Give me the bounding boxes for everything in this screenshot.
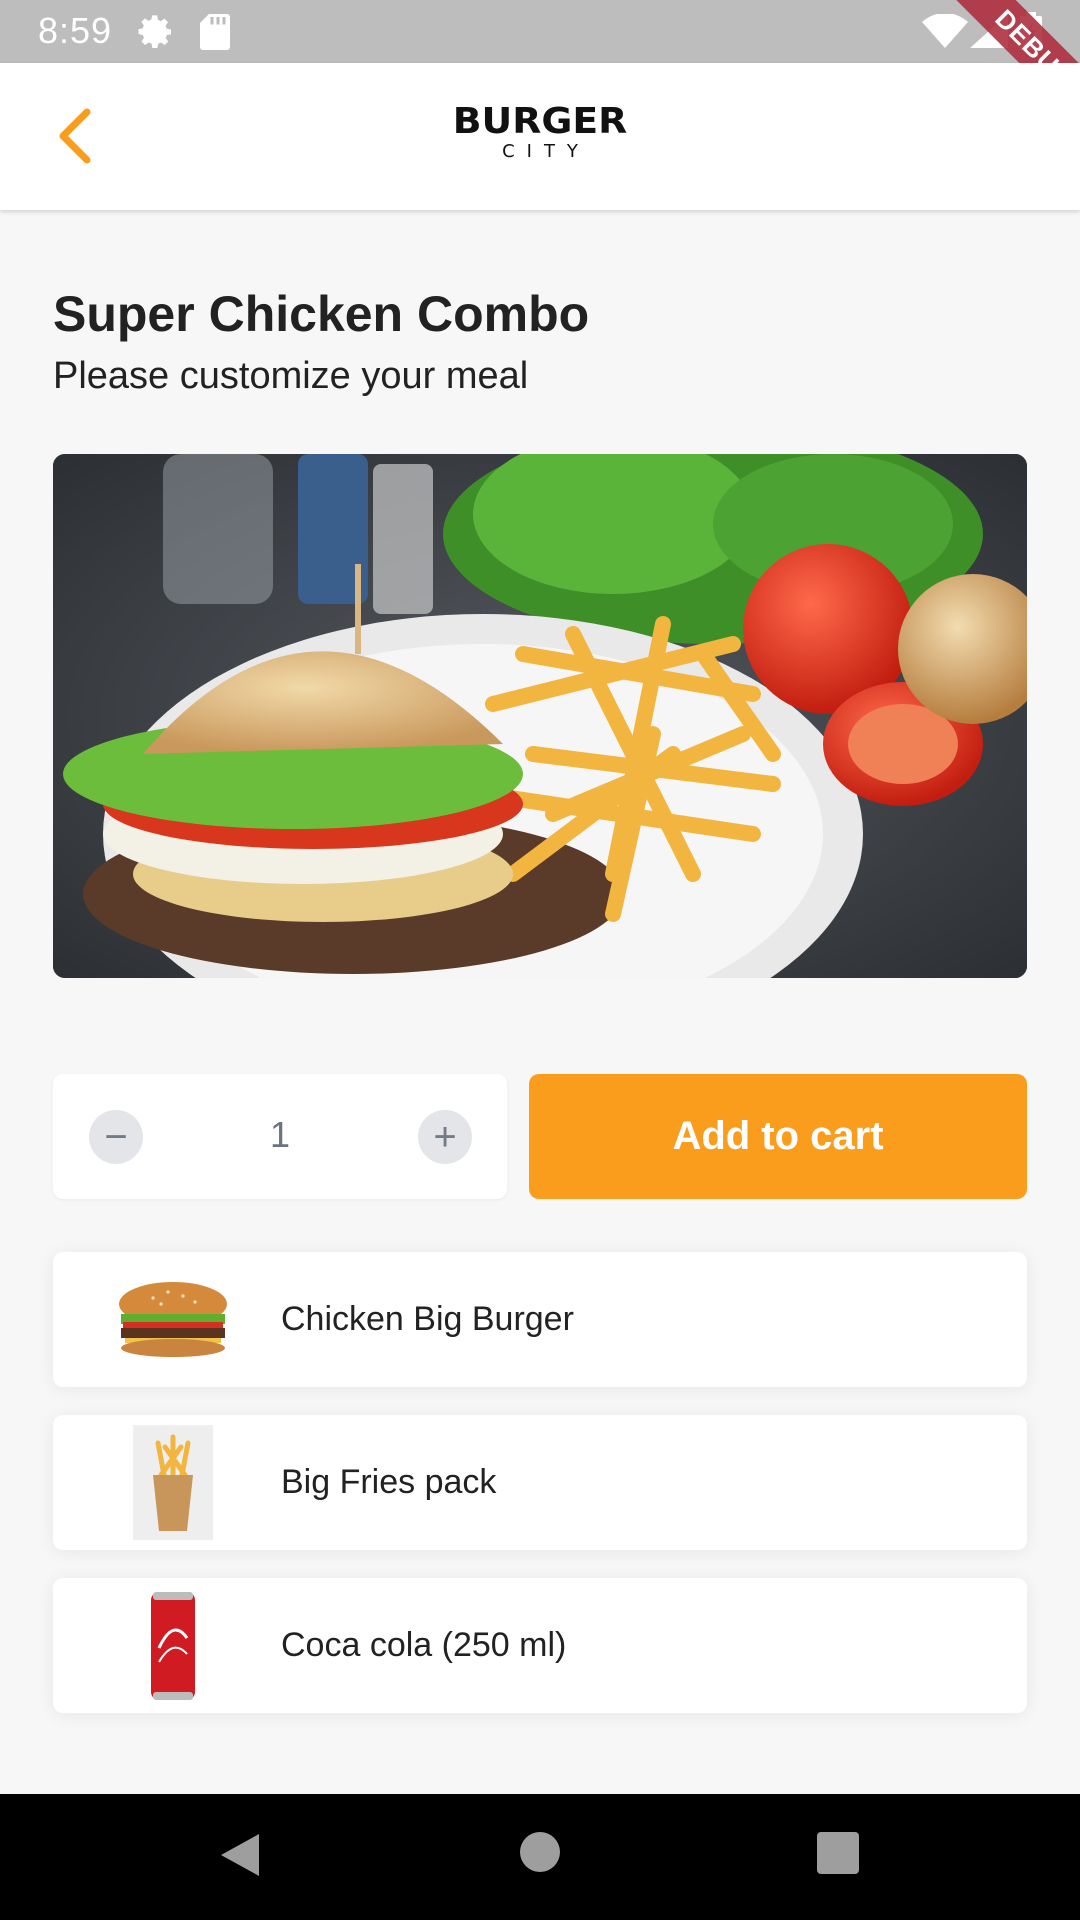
system-nav-bar — [0, 1794, 1080, 1920]
list-item[interactable]: Coca cola (250 ml) — [53, 1578, 1027, 1713]
chevron-left-icon — [59, 108, 91, 164]
burger-meal-image — [53, 454, 1027, 978]
status-time: 8:59 — [38, 10, 113, 51]
wifi-icon — [922, 14, 968, 48]
logo-sub-text: CITY — [502, 141, 590, 162]
item-label: Big Fries pack — [281, 1463, 497, 1501]
list-item[interactable]: Chicken Big Burger — [53, 1252, 1027, 1387]
settings-icon — [138, 15, 171, 49]
back-button[interactable] — [40, 101, 110, 171]
item-label: Coca cola (250 ml) — [281, 1626, 567, 1664]
page-title: Super Chicken Combo — [53, 286, 590, 342]
quantity-value: 1 — [269, 1114, 291, 1155]
minus-icon: − — [104, 1115, 128, 1159]
increase-quantity-button[interactable]: + — [418, 1110, 472, 1164]
page-subtitle: Please customize your meal — [53, 355, 529, 397]
burger-city-logo: BURGER CITY — [420, 103, 660, 163]
burger-icon — [119, 1282, 227, 1357]
sd-card-icon — [200, 14, 230, 50]
plus-icon: + — [433, 1115, 457, 1159]
status-bar: 8:59 — [0, 0, 1080, 63]
cola-can-icon — [151, 1592, 195, 1700]
list-item[interactable]: Big Fries pack — [53, 1415, 1027, 1550]
fries-icon — [133, 1425, 213, 1540]
logo-main-text: BURGER — [452, 101, 628, 142]
meal-photo — [53, 454, 1027, 978]
nav-home-icon[interactable] — [520, 1832, 560, 1872]
add-to-cart-button[interactable]: Add to cart — [529, 1074, 1027, 1199]
decrease-quantity-button[interactable]: − — [89, 1110, 143, 1164]
app-bar: BURGER CITY — [0, 63, 1080, 210]
nav-back-icon[interactable] — [215, 1830, 265, 1880]
item-label: Chicken Big Burger — [281, 1300, 574, 1338]
quantity-stepper: − 1 + — [53, 1074, 507, 1199]
nav-recents-icon[interactable] — [817, 1832, 859, 1874]
